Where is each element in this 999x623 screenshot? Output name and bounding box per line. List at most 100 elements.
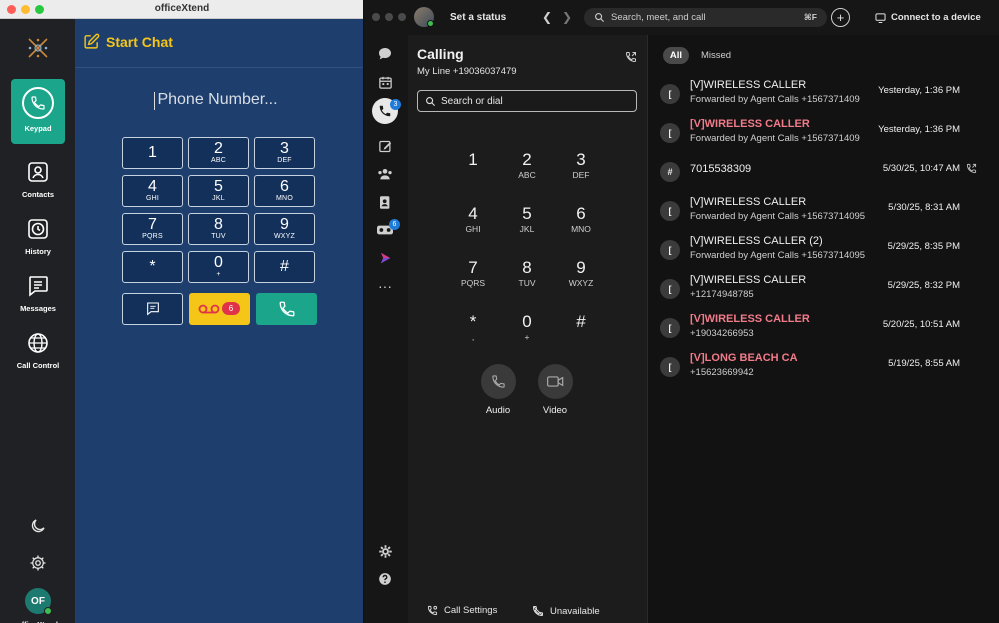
call-time: 5/29/25, 8:32 PM bbox=[887, 280, 960, 291]
call-history-row[interactable]: [[V]WIRELESS CALLER Forwarded by Agent Ca… bbox=[650, 190, 999, 229]
key-letters: DEF bbox=[572, 170, 590, 180]
phone-icon bbox=[22, 87, 54, 119]
sidebar-item-history[interactable]: History bbox=[11, 209, 65, 264]
key-letters: WXYZ bbox=[273, 233, 296, 240]
key-digit: 6 bbox=[576, 204, 586, 223]
close-window-button[interactable] bbox=[372, 13, 380, 21]
more-ellipsis-icon[interactable]: ··· bbox=[376, 277, 394, 295]
call-settings-label: Call Settings bbox=[444, 605, 498, 616]
sidebar-item-call-control[interactable]: Call Control bbox=[11, 323, 65, 378]
help-question-icon[interactable] bbox=[376, 570, 394, 588]
dial-key-10[interactable]: 0 + bbox=[502, 312, 552, 352]
phone-number-input[interactable] bbox=[115, 91, 320, 109]
key-letters: ABC bbox=[518, 170, 536, 180]
dial-key-2[interactable]: 3 DEF bbox=[556, 150, 606, 190]
dial-key-11[interactable]: # bbox=[556, 312, 606, 352]
zoom-window-button[interactable] bbox=[398, 13, 406, 21]
keypad-key-7[interactable]: 8 TUV bbox=[188, 213, 249, 245]
keypad-key-4[interactable]: 5 JKL bbox=[188, 175, 249, 207]
forward-chevron-icon[interactable]: ❯ bbox=[562, 10, 572, 24]
settings-gear-icon[interactable] bbox=[29, 554, 47, 572]
whiteboard-pen-icon[interactable] bbox=[376, 137, 394, 155]
video-call-button[interactable] bbox=[538, 364, 573, 399]
dial-search-input[interactable] bbox=[441, 95, 621, 107]
connect-device-button[interactable]: Connect to a device bbox=[875, 12, 981, 23]
calls-count-badge: 3 bbox=[390, 99, 401, 110]
video-call-label: Video bbox=[542, 405, 568, 416]
call-history-row[interactable]: [[V]WIRELESS CALLER Forwarded by Agent Ca… bbox=[650, 112, 999, 151]
call-forward-icon[interactable] bbox=[625, 51, 637, 63]
keypad-key-6[interactable]: 7 PQRS bbox=[122, 213, 183, 245]
voicemail-icon bbox=[198, 304, 220, 314]
voicemail-count-badge: 6 bbox=[389, 219, 400, 230]
call-settings-button[interactable]: Call Settings bbox=[427, 605, 497, 616]
search-icon bbox=[426, 96, 436, 106]
key-digit: # bbox=[280, 258, 289, 275]
key-letters: GHI bbox=[465, 224, 481, 234]
voicemail-count-badge: 6 bbox=[222, 302, 240, 315]
start-chat-button[interactable]: Start Chat bbox=[83, 33, 173, 50]
global-search-placeholder: Search, meet, and call bbox=[611, 12, 706, 23]
set-status-button[interactable]: Set a status bbox=[450, 12, 506, 23]
keypad-key-9[interactable]: * bbox=[122, 251, 183, 283]
webex-top-bar: Set a status ❮ ❯ Search, meet, and call … bbox=[364, 0, 999, 35]
dial-key-8[interactable]: 9 WXYZ bbox=[556, 258, 606, 298]
keypad-key-8[interactable]: 9 WXYZ bbox=[254, 213, 315, 245]
teams-people-icon[interactable] bbox=[376, 165, 394, 183]
availability-label: Unavailable bbox=[550, 605, 600, 617]
calendar-icon[interactable] bbox=[376, 73, 394, 91]
keypad-key-5[interactable]: 6 MNO bbox=[254, 175, 315, 207]
tab-all[interactable]: All bbox=[663, 47, 689, 64]
keypad-key-3[interactable]: 4 GHI bbox=[122, 175, 183, 207]
new-plus-button[interactable]: + bbox=[831, 8, 850, 27]
keypad-key-11[interactable]: # bbox=[254, 251, 315, 283]
key-digit: 7 bbox=[468, 258, 478, 277]
keypad-key-2[interactable]: 3 DEF bbox=[254, 137, 315, 169]
tab-missed[interactable]: Missed bbox=[701, 50, 731, 61]
contacts-book-icon[interactable] bbox=[376, 193, 394, 211]
back-chevron-icon[interactable]: ❮ bbox=[542, 10, 552, 24]
app-hub-icon[interactable] bbox=[376, 249, 394, 267]
dial-key-6[interactable]: 7 PQRS bbox=[448, 258, 498, 298]
global-search-bar[interactable]: Search, meet, and call ⌘F bbox=[584, 8, 827, 27]
message-icon bbox=[29, 276, 48, 297]
call-history-row[interactable]: [[V]WIRELESS CALLER (2) Forwarded by Agen… bbox=[650, 229, 999, 268]
caller-name: 7015538309 bbox=[690, 163, 752, 175]
sidebar-item-messages[interactable]: Messages bbox=[11, 266, 65, 321]
dial-key-4[interactable]: 5 JKL bbox=[502, 204, 552, 244]
presence-online-dot bbox=[44, 607, 52, 615]
dial-key-0[interactable]: 1 bbox=[448, 150, 498, 190]
call-history-row[interactable]: #7015538309 5/30/25, 10:47 AM bbox=[650, 151, 999, 190]
caller-detail: +15623669942 bbox=[690, 367, 754, 378]
call-history-row[interactable]: [[V]LONG BEACH CA +15623669942 5/19/25, 8:… bbox=[650, 346, 999, 385]
presence-online-dot bbox=[427, 20, 434, 27]
keypad-key-10[interactable]: 0 + bbox=[188, 251, 249, 283]
key-letters: JKL bbox=[212, 195, 225, 202]
call-history-row[interactable]: [[V]WIRELESS CALLER Forwarded by Agent Ca… bbox=[650, 73, 999, 112]
sidebar-item-keypad[interactable]: Keypad bbox=[11, 79, 65, 144]
dial-key-1[interactable]: 2 ABC bbox=[502, 150, 552, 190]
webex-window: Set a status ❮ ❯ Search, meet, and call … bbox=[364, 0, 999, 623]
keypad-key-0[interactable]: 1 bbox=[122, 137, 183, 169]
dial-key-5[interactable]: 6 MNO bbox=[556, 204, 606, 244]
sidebar-item-contacts[interactable]: Contacts bbox=[11, 152, 65, 207]
call-history-row[interactable]: [[V]WIRELESS CALLER +12174948785 5/29/25, … bbox=[650, 268, 999, 307]
dial-key-7[interactable]: 8 TUV bbox=[502, 258, 552, 298]
messaging-bubble-icon[interactable] bbox=[376, 45, 394, 63]
keypad-key-1[interactable]: 2 ABC bbox=[188, 137, 249, 169]
key-letters: PQRS bbox=[460, 278, 486, 288]
dial-search-field[interactable] bbox=[417, 90, 637, 112]
audio-call-button[interactable] bbox=[481, 364, 516, 399]
call-button[interactable] bbox=[256, 293, 317, 325]
dial-key-9[interactable]: *, bbox=[448, 312, 498, 352]
dark-mode-moon-icon[interactable] bbox=[29, 517, 47, 535]
key-digit: # bbox=[576, 312, 586, 331]
dial-key-3[interactable]: 4 GHI bbox=[448, 204, 498, 244]
call-history-row[interactable]: [[V]WIRELESS CALLER +19034266953 5/20/25, … bbox=[650, 307, 999, 346]
settings-gear-icon[interactable] bbox=[376, 542, 394, 560]
callback-icon[interactable] bbox=[966, 163, 977, 174]
minimize-window-button[interactable] bbox=[385, 13, 393, 21]
availability-button[interactable]: Unavailable bbox=[532, 605, 600, 617]
voicemail-button[interactable]: 6 bbox=[189, 293, 250, 325]
send-message-button[interactable] bbox=[122, 293, 183, 325]
